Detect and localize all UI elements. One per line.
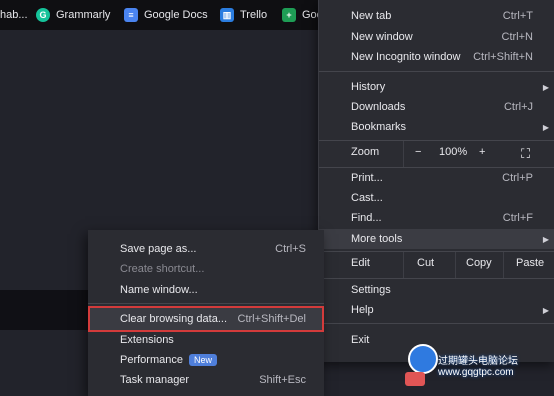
bookmark-trello[interactable]: ▥ Trello: [220, 7, 267, 23]
submenu-performance[interactable]: Performance New: [88, 350, 324, 370]
new-badge: New: [188, 354, 217, 366]
submenu-task-manager[interactable]: Task manager Shift+Esc: [88, 370, 324, 390]
bookmark-google-docs[interactable]: ≡ Google Docs: [124, 7, 208, 23]
copy-button[interactable]: Copy: [466, 257, 492, 269]
submenu-clear-browsing-data[interactable]: Clear browsing data... Ctrl+Shift+Del: [88, 309, 324, 329]
sheets-icon: +: [282, 8, 296, 22]
submenu-divider: [88, 303, 324, 304]
menu-divider: [319, 71, 554, 72]
chevron-right-icon: ▶: [542, 305, 549, 315]
menu-new-window[interactable]: New window Ctrl+N: [319, 27, 554, 47]
menu-print[interactable]: Print... Ctrl+P: [319, 168, 554, 188]
watermark: 过期罐头电脑论坛 www.gqgtpc.com: [438, 356, 518, 378]
fullscreen-icon[interactable]: ⛶: [521, 146, 530, 162]
zoom-in-button[interactable]: +: [479, 146, 485, 158]
docs-icon: ≡: [124, 8, 138, 22]
zoom-label: Zoom: [351, 146, 380, 158]
submenu-extensions[interactable]: Extensions: [88, 330, 324, 350]
submenu-create-shortcut: Create shortcut...: [120, 263, 205, 275]
menu-new-tab[interactable]: New tab Ctrl+T: [319, 6, 554, 26]
zoom-level: 100%: [439, 146, 468, 158]
trello-icon: ▥: [220, 8, 234, 22]
cut-button[interactable]: Cut: [417, 257, 434, 269]
grammarly-icon: G: [36, 8, 50, 22]
edit-label: Edit: [351, 257, 370, 269]
menu-cast[interactable]: Cast...: [319, 188, 554, 208]
bookmark-sheets[interactable]: + Goo: [282, 7, 323, 23]
edit-row: Edit Cut Copy Paste: [319, 252, 554, 278]
menu-settings[interactable]: Settings: [319, 280, 554, 300]
menu-more-tools[interactable]: More tools ▶: [319, 229, 554, 249]
chevron-right-icon: ▶: [542, 122, 549, 132]
submenu-name-window[interactable]: Name window...: [88, 280, 324, 300]
page-panel: [0, 290, 90, 330]
menu-help[interactable]: Help ▶: [319, 300, 554, 320]
menu-downloads[interactable]: Downloads Ctrl+J: [319, 97, 554, 117]
more-tools-submenu: Save page as... Ctrl+S Create shortcut..…: [88, 230, 324, 396]
menu-divider: [319, 278, 554, 279]
chrome-main-menu: New tab Ctrl+T New window Ctrl+N New Inc…: [318, 0, 554, 362]
menu-history[interactable]: History ▶: [319, 77, 554, 97]
submenu-save-page[interactable]: Save page as... Ctrl+S: [88, 239, 324, 259]
menu-new-incognito[interactable]: New Incognito window Ctrl+Shift+N: [319, 47, 554, 67]
menu-divider: [319, 323, 554, 324]
bookmark-partial[interactable]: hab...: [0, 7, 28, 23]
menu-bookmarks[interactable]: Bookmarks ▶: [319, 117, 554, 137]
chevron-right-icon: ▶: [542, 234, 549, 244]
zoom-row: Zoom − 100% + ⛶: [319, 141, 554, 167]
zoom-out-button[interactable]: −: [415, 146, 421, 158]
chevron-right-icon: ▶: [542, 82, 549, 92]
paste-button[interactable]: Paste: [516, 257, 544, 269]
bookmark-grammarly[interactable]: G Grammarly: [36, 7, 110, 23]
menu-find[interactable]: Find... Ctrl+F: [319, 208, 554, 228]
